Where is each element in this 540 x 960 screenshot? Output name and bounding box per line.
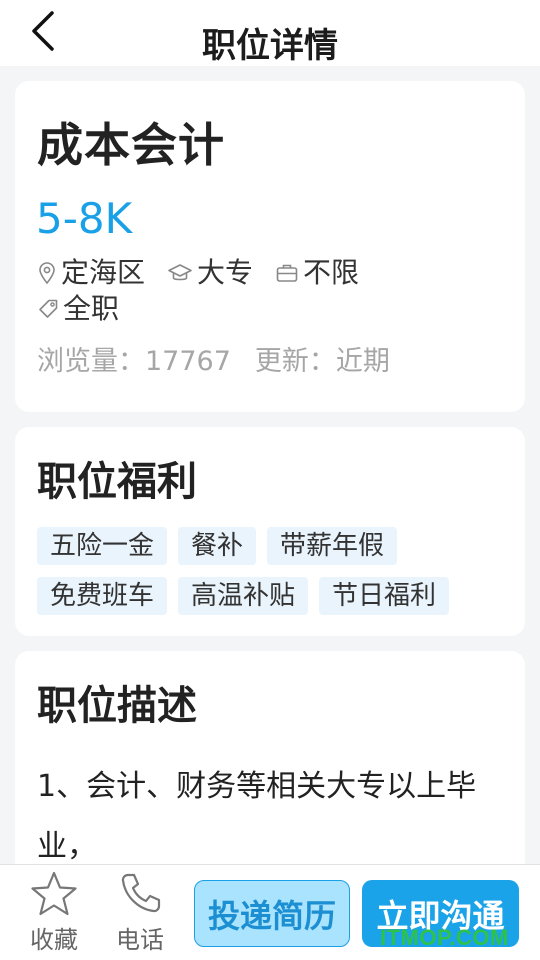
benefits-card: 职位福利 五险一金 餐补 带薪年假 免费班车 高温补贴 节日福利 <box>15 427 525 636</box>
job-title: 成本会计 <box>37 118 225 172</box>
watermark-text: ITMOP.COM <box>380 925 509 950</box>
phone-icon <box>121 873 161 913</box>
job-detail-screen: 职位详情 成本会计 5-8K 定海区 大专 不限 全职 浏览量： 17767 更… <box>0 0 540 960</box>
views-label: 浏览量： <box>37 346 145 377</box>
star-icon <box>31 871 77 916</box>
benefit-tag: 高温补贴 <box>178 577 309 615</box>
benefit-tag: 餐补 <box>178 527 257 565</box>
benefit-tag: 免费班车 <box>37 577 168 615</box>
job-meta-row-2: 全职 <box>37 292 141 326</box>
job-stats: 浏览量： 17767 更新： 近期 <box>37 345 414 379</box>
experience-text: 不限 <box>303 256 360 289</box>
graduation-cap-icon <box>168 264 192 281</box>
updated-label: 更新： <box>254 346 336 377</box>
meta-location: 定海区 <box>37 256 145 290</box>
meta-experience: 不限 <box>275 256 359 290</box>
views-stat: 浏览量： 17767 <box>37 345 231 379</box>
submit-resume-button[interactable]: 投递简历 <box>194 880 350 947</box>
header: 职位详情 <box>0 0 540 66</box>
benefit-tag: 带薪年假 <box>267 527 398 565</box>
location-pin-icon <box>39 262 55 285</box>
page-title: 职位详情 <box>202 26 338 66</box>
updated-value: 近期 <box>335 346 390 377</box>
job-salary: 5-8K <box>36 194 133 243</box>
meta-job-type: 全职 <box>37 292 119 326</box>
description-title: 职位描述 <box>37 683 197 729</box>
benefits-title: 职位福利 <box>37 459 197 505</box>
call-label: 电话 <box>116 926 164 954</box>
education-text: 大专 <box>197 256 254 289</box>
tag-icon <box>39 299 58 318</box>
job-type-text: 全职 <box>63 292 120 325</box>
job-info-card: 成本会计 5-8K 定海区 大专 不限 全职 浏览量： 17767 更新： 近期 <box>15 81 525 412</box>
updated-stat: 更新： 近期 <box>255 345 390 379</box>
briefcase-icon <box>276 264 298 282</box>
favorite-button[interactable]: 收藏 <box>19 869 89 959</box>
benefit-tags: 五险一金 餐补 带薪年假 免费班车 高温补贴 节日福利 <box>37 527 507 627</box>
description-text: 1、会计、财务等相关大专以上毕业， <box>37 769 477 864</box>
meta-education: 大专 <box>167 256 253 290</box>
benefit-tag: 节日福利 <box>319 577 450 615</box>
favorite-label: 收藏 <box>30 926 78 954</box>
call-button[interactable]: 电话 <box>105 869 175 959</box>
job-meta-row: 定海区 大专 不限 <box>37 256 381 290</box>
location-text: 定海区 <box>61 256 146 289</box>
views-value: 17767 <box>145 346 231 377</box>
benefit-tag: 五险一金 <box>37 527 168 565</box>
